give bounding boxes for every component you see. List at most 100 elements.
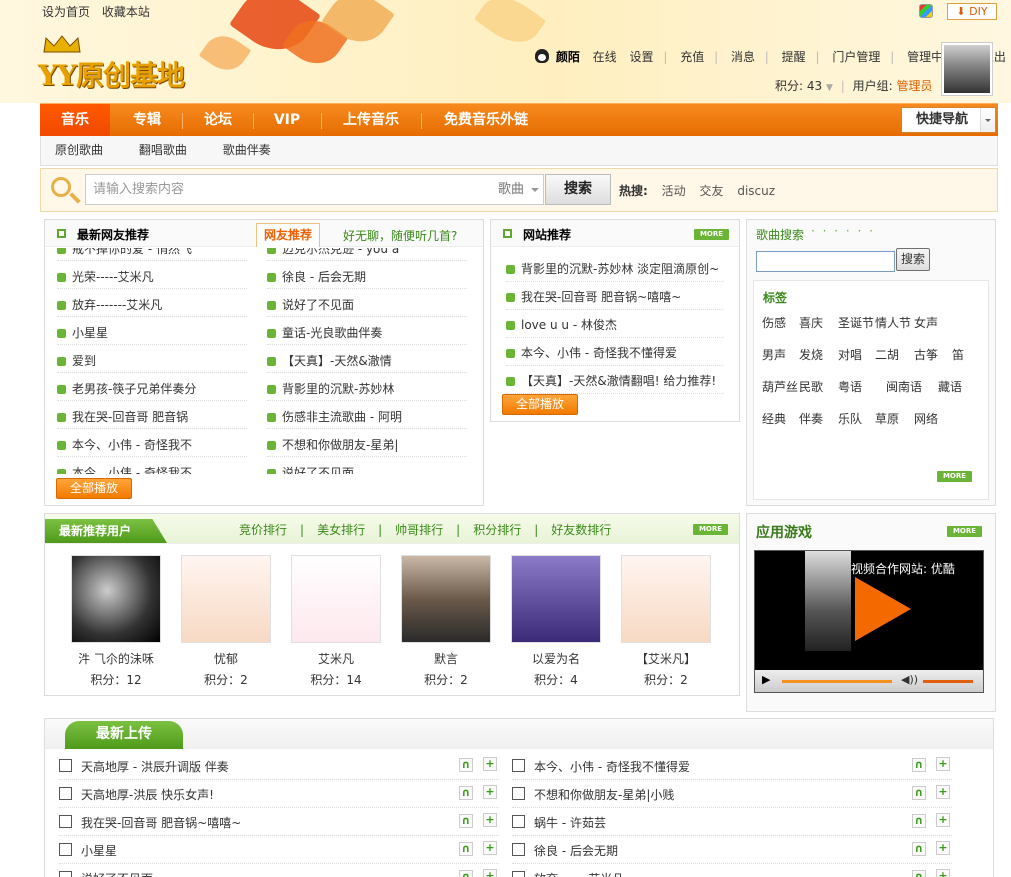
bookmark-link[interactable]: 收藏本站 xyxy=(102,5,150,19)
site-logo[interactable]: YY原创基地 xyxy=(38,34,188,94)
listen-icon[interactable]: ∩ xyxy=(912,786,926,800)
more-button[interactable]: MORE xyxy=(947,526,982,537)
tag-link[interactable]: 情人节 xyxy=(875,314,911,331)
tag-link[interactable]: 古筝 xyxy=(914,346,938,363)
tag-link[interactable]: 男声 xyxy=(762,346,786,363)
tag-link[interactable]: 藏语 xyxy=(938,378,962,395)
song-title-link[interactable]: 放弃-------艾米凡 xyxy=(534,870,624,877)
tag-link[interactable]: 粤语 xyxy=(838,378,862,395)
tag-link[interactable]: 喜庆 xyxy=(799,314,823,331)
progress-bar[interactable] xyxy=(782,680,892,683)
song-title-link[interactable]: 本今、小伟 - 奇怪我不懂得爱 xyxy=(534,758,690,775)
listen-icon[interactable]: ∩ xyxy=(459,814,473,828)
user-name[interactable]: 忧郁 xyxy=(180,650,272,667)
username-link[interactable]: 颜陌 xyxy=(556,50,580,64)
listen-icon[interactable]: ∩ xyxy=(459,870,473,877)
song-item[interactable]: 徐良 - 后会无期 xyxy=(267,268,366,285)
song-item[interactable]: 【天真】-天然&澈情 xyxy=(267,352,392,369)
song-title-link[interactable]: 天高地厚 - 洪辰升调版 伴奏 xyxy=(81,758,229,775)
nav-item-album[interactable]: 专辑 xyxy=(112,104,182,137)
add-icon[interactable]: + xyxy=(936,785,950,799)
song-item[interactable]: 爱到 xyxy=(57,352,96,369)
hot-item[interactable]: discuz xyxy=(737,184,775,198)
song-search-input[interactable] xyxy=(756,251,895,272)
more-button[interactable]: MORE xyxy=(693,524,728,535)
search-input[interactable]: 请输入搜索内容 xyxy=(85,174,495,205)
portal-admin-link[interactable]: 门户管理 xyxy=(832,50,880,64)
add-icon[interactable]: + xyxy=(936,813,950,827)
user-card[interactable]: 汼 ⺄尒的沬咊 积分：12 xyxy=(70,555,162,688)
rank-link[interactable]: 好友数排行 xyxy=(551,523,611,537)
listen-icon[interactable]: ∩ xyxy=(912,814,926,828)
select-checkbox[interactable] xyxy=(59,759,72,772)
song-item[interactable]: 光荣-----艾米凡 xyxy=(57,268,154,285)
listen-icon[interactable]: ∩ xyxy=(459,758,473,772)
more-button[interactable]: MORE xyxy=(694,229,729,240)
user-card[interactable]: 忧郁 积分：2 xyxy=(180,555,272,688)
user-avatar[interactable] xyxy=(621,555,711,643)
song-item[interactable]: 我在哭-回音哥 肥音锅 xyxy=(57,408,188,425)
song-title-link[interactable]: 不想和你做朋友-星弟|小贱 xyxy=(534,786,674,803)
search-category-select[interactable]: 歌曲 xyxy=(494,174,544,205)
select-checkbox[interactable] xyxy=(59,787,72,800)
group-link[interactable]: 管理员 xyxy=(896,79,932,93)
song-item[interactable]: 不想和你做朋友-星弟| xyxy=(267,436,398,453)
tag-link[interactable]: 乐队 xyxy=(838,410,862,427)
song-item[interactable]: 【天真】-天然&澈情翻唱! 给力推荐! xyxy=(506,372,716,389)
chevron-down-icon[interactable]: ▼ xyxy=(826,83,833,93)
subnav-original[interactable]: 原创歌曲 xyxy=(55,136,103,165)
tag-link[interactable]: 二胡 xyxy=(875,346,899,363)
song-title-link[interactable]: 天高地厚-洪辰 快乐女声! xyxy=(81,786,214,803)
tag-link[interactable]: 草原 xyxy=(875,410,899,427)
status-link[interactable]: 在线 xyxy=(593,50,617,64)
hot-item[interactable]: 交友 xyxy=(699,184,723,198)
song-item[interactable]: 老男孩-筷子兄弟伴奏分 xyxy=(57,380,196,397)
select-checkbox[interactable] xyxy=(59,815,72,828)
nav-item-music[interactable]: 音乐 xyxy=(40,104,110,137)
tag-link[interactable]: 网络 xyxy=(914,410,938,427)
user-avatar[interactable] xyxy=(181,555,271,643)
random-play-link[interactable]: 好无聊，随便听几首? xyxy=(343,227,457,244)
add-icon[interactable]: + xyxy=(483,813,497,827)
song-item[interactable]: 童话-光良歌曲伴奏 xyxy=(267,324,382,341)
tag-link[interactable]: 民歌 xyxy=(799,378,823,395)
tag-link[interactable]: 伴奏 xyxy=(799,410,823,427)
user-avatar[interactable] xyxy=(71,555,161,643)
song-title-link[interactable]: 小星星 xyxy=(81,842,117,859)
nav-item-free-link[interactable]: 免费音乐外链 xyxy=(422,104,550,137)
video-player[interactable]: 视频合作网站: 优酷 ▶ ◀)) xyxy=(754,550,984,693)
listen-icon[interactable]: ∩ xyxy=(912,842,926,856)
select-checkbox[interactable] xyxy=(59,843,72,856)
quick-nav-dropdown[interactable]: 快捷导航 xyxy=(901,107,996,133)
rank-link[interactable]: 竞价排行 xyxy=(239,523,287,537)
tag-link[interactable]: 女声 xyxy=(914,314,938,331)
hot-item[interactable]: 活动 xyxy=(662,184,686,198)
diy-button[interactable]: ⬇ DIY xyxy=(947,3,997,20)
add-icon[interactable]: + xyxy=(483,869,497,877)
song-item[interactable]: 我在哭-回音哥 肥音锅~嘻嘻~ xyxy=(506,288,681,305)
more-button[interactable]: MORE xyxy=(937,471,972,482)
rank-link[interactable]: 积分排行 xyxy=(473,523,521,537)
tag-link[interactable]: 闽南语 xyxy=(886,378,922,395)
volume-icon[interactable]: ◀)) xyxy=(901,673,918,686)
select-checkbox[interactable] xyxy=(512,759,525,772)
volume-slider[interactable] xyxy=(923,680,973,683)
user-avatar[interactable] xyxy=(401,555,491,643)
remind-link[interactable]: 提醒 xyxy=(782,50,806,64)
song-search-button[interactable]: 搜索 xyxy=(896,248,930,271)
song-title-link[interactable]: 我在哭-回音哥 肥音锅~嘻嘻~ xyxy=(81,814,241,831)
song-item[interactable]: 本今、小伟 - 奇怪我不 xyxy=(57,464,192,474)
play-icon[interactable] xyxy=(855,577,911,641)
user-card[interactable]: 默言 积分：2 xyxy=(400,555,492,688)
recharge-link[interactable]: 充值 xyxy=(680,50,704,64)
points-link[interactable]: 积分: 43 xyxy=(775,79,822,93)
listen-icon[interactable]: ∩ xyxy=(459,786,473,800)
user-card[interactable]: 以爱为名 积分：4 xyxy=(510,555,602,688)
add-icon[interactable]: + xyxy=(936,841,950,855)
song-item[interactable]: 放弃-------艾米凡 xyxy=(57,296,162,313)
play-all-button[interactable]: 全部播放 xyxy=(56,478,132,499)
listen-icon[interactable]: ∩ xyxy=(912,870,926,877)
song-item[interactable]: 小星星 xyxy=(57,324,108,341)
tag-link[interactable]: 葫芦丝 xyxy=(762,378,798,395)
song-title-link[interactable]: 徐良 - 后会无期 xyxy=(534,842,618,859)
